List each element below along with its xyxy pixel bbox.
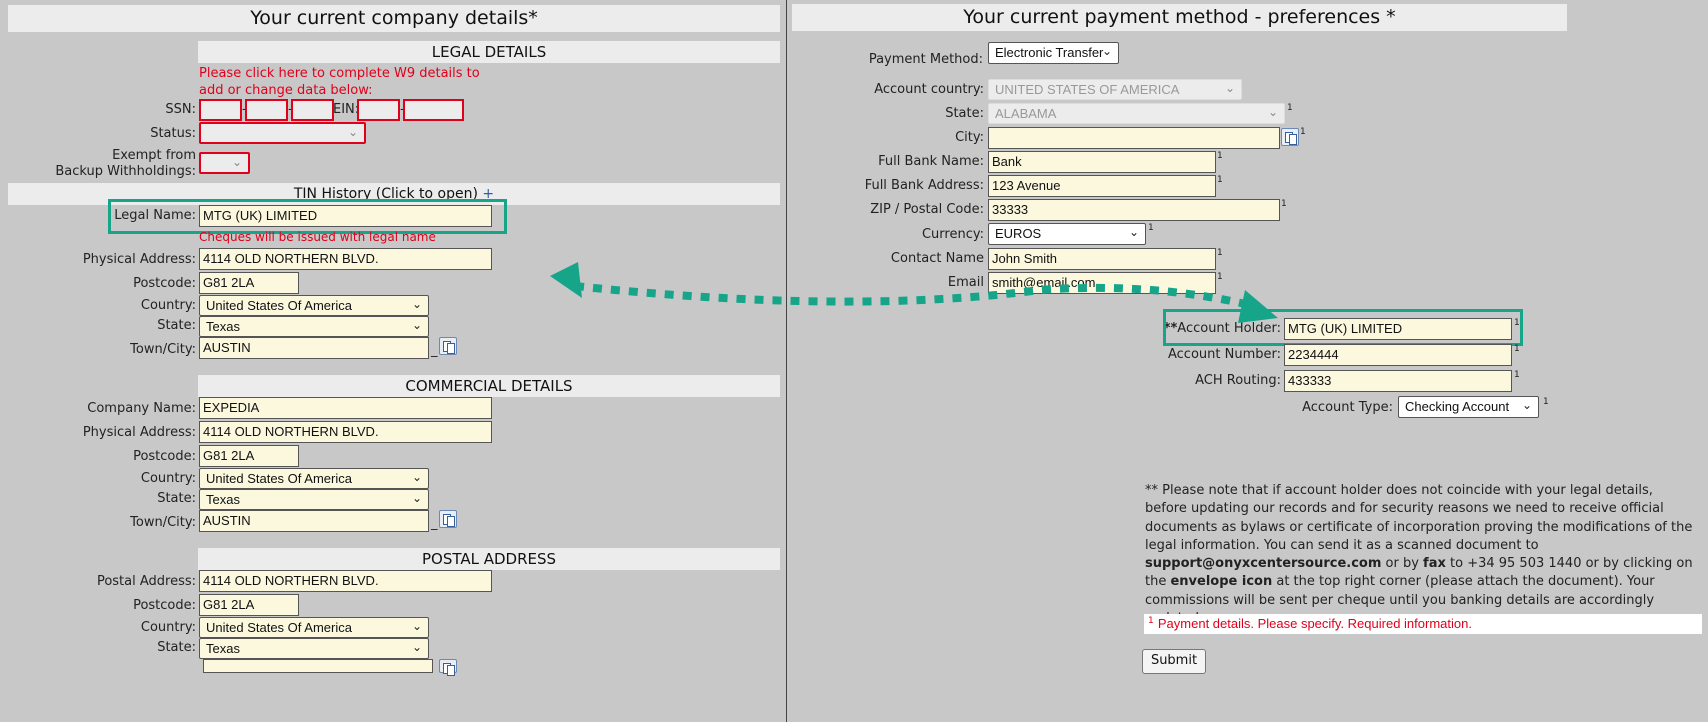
- dotted-double-arrow-icon: [550, 262, 1278, 323]
